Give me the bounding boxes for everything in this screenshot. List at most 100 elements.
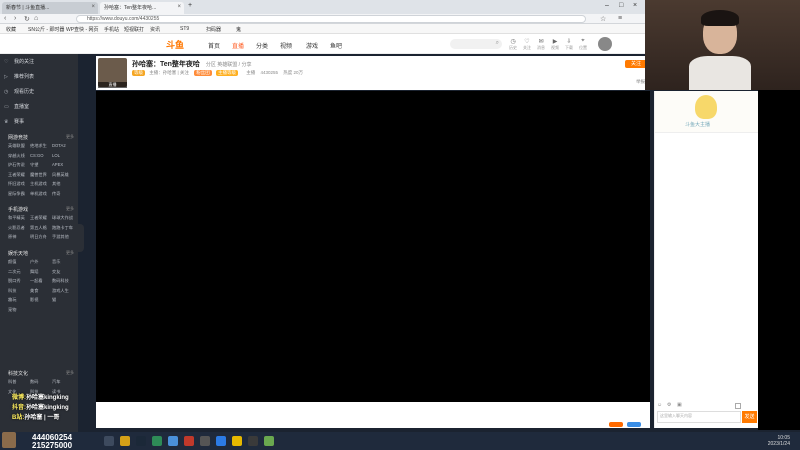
category-link[interactable]: 户外 <box>30 258 52 267</box>
room-subtitle[interactable]: 分区 英雄联盟 / 分享 <box>206 62 252 68</box>
category-link[interactable]: 脱口秀 <box>8 277 30 286</box>
address-input[interactable]: https://www.douyu.com/4430255 <box>76 15 586 23</box>
sidebar-item-tv[interactable]: ▭ 直播室 <box>4 103 29 110</box>
taskbar-app-icon[interactable] <box>200 436 210 446</box>
taskbar-app-icon[interactable] <box>264 436 274 446</box>
minimize-icon[interactable]: – <box>605 2 609 9</box>
menu-icon[interactable]: ≡ <box>618 15 622 22</box>
taskbar-app-icon[interactable] <box>136 436 146 446</box>
category-title[interactable]: 科技文化 <box>8 370 28 377</box>
site-logo[interactable]: 斗鱼 <box>166 38 184 51</box>
forward-icon[interactable]: › <box>14 15 16 22</box>
category-link[interactable]: 二次元 <box>8 268 30 277</box>
category-link[interactable]: 手游其他 <box>52 233 74 242</box>
category-link[interactable]: 一起看 <box>30 277 52 286</box>
bookmark-item[interactable]: 短视联打 <box>124 26 144 33</box>
maximize-icon[interactable]: □ <box>619 2 623 9</box>
category-link[interactable]: 王者荣耀 <box>8 171 30 180</box>
message-icon[interactable]: ✉ 消息 <box>536 38 546 51</box>
sidebar-item-history[interactable]: ◷ 观看历史 <box>4 88 34 95</box>
sidebar-item-match[interactable]: ♛ 赛事 <box>4 118 24 125</box>
search-input[interactable]: ⌕ <box>450 39 502 49</box>
sidebar-item-follow[interactable]: ♡ 我的关注 <box>4 58 34 65</box>
browser-tab[interactable]: 新春节 | 斗鱼直播... × <box>2 2 98 14</box>
taskbar-app-icon[interactable] <box>216 436 226 446</box>
category-link[interactable]: 星际争霸 <box>8 190 30 199</box>
category-link[interactable]: 主机游戏 <box>30 180 52 189</box>
nav-game[interactable]: 游戏 <box>306 41 318 50</box>
category-title[interactable]: 娱乐天地 <box>8 250 28 257</box>
bookmark-item[interactable]: 收藏 <box>6 26 16 33</box>
category-title[interactable]: 手机游戏 <box>8 206 28 213</box>
nav-live[interactable]: 直播 <box>232 41 244 50</box>
category-link[interactable]: 猫 <box>52 296 74 305</box>
close-icon[interactable]: × <box>177 4 181 10</box>
category-title[interactable]: 网游竞技 <box>8 134 28 141</box>
category-link[interactable]: 颜值 <box>8 258 30 267</box>
category-link[interactable]: 宠物 <box>8 306 30 315</box>
location-icon[interactable]: ⌖ 位置 <box>578 38 588 51</box>
taskbar-app-icon[interactable] <box>152 436 162 446</box>
category-more[interactable]: 更多 <box>66 134 74 140</box>
category-link[interactable]: 球球大作战 <box>52 214 74 223</box>
category-link[interactable]: LOL <box>52 152 74 161</box>
category-link[interactable]: 守望 <box>30 161 52 170</box>
category-link[interactable]: DOTA2 <box>52 142 74 151</box>
checkbox[interactable] <box>735 403 741 409</box>
category-link[interactable]: 音乐 <box>52 258 74 267</box>
category-link[interactable]: 魔兽世界 <box>30 171 52 180</box>
bookmark-item[interactable]: ST9 <box>180 26 189 32</box>
category-more[interactable]: 更多 <box>66 250 74 256</box>
bookmark-item[interactable]: SN公斤 - 即时器 <box>28 26 64 33</box>
nav-yuba[interactable]: 鱼吧 <box>330 41 342 50</box>
recharge-button[interactable] <box>627 422 641 427</box>
category-link[interactable]: 和平精英 <box>8 214 30 223</box>
close-icon[interactable]: × <box>91 4 95 10</box>
sidebar-collapse-handle[interactable] <box>78 224 84 252</box>
category-link[interactable]: 科普 <box>8 378 30 387</box>
category-link[interactable]: 数码科技 <box>52 277 74 286</box>
bookmark-item[interactable]: WP查快 - 网页 <box>66 26 99 33</box>
bookmark-item[interactable]: 鬼 <box>236 26 241 33</box>
nav-home[interactable]: 首页 <box>208 41 220 50</box>
category-link[interactable]: 交友 <box>52 268 74 277</box>
category-link[interactable]: 英雄联盟 <box>8 142 30 151</box>
category-link[interactable]: 绝地求生 <box>30 142 52 151</box>
settings-icon[interactable]: ⚙ <box>667 402 671 408</box>
category-link[interactable]: 美食 <box>30 287 52 296</box>
gift-button[interactable] <box>609 422 623 427</box>
bookmark-item[interactable]: 手机站 <box>104 26 119 33</box>
emoji-icon[interactable]: ☺ <box>657 402 662 408</box>
home-icon[interactable]: ⌂ <box>34 15 38 22</box>
category-link[interactable]: 舞蹈 <box>30 268 52 277</box>
category-link[interactable]: CS:GO <box>30 152 52 161</box>
chat-ad-banner[interactable]: 斗鱼大主播 <box>655 91 759 133</box>
history-icon[interactable]: ◷ 历史 <box>508 38 518 51</box>
taskbar-app-icon[interactable] <box>168 436 178 446</box>
category-link[interactable]: APEX <box>52 161 74 170</box>
taskbar-app-icon[interactable] <box>184 436 194 446</box>
follow-button[interactable]: 关注 <box>625 60 647 68</box>
star-icon[interactable]: ☆ <box>600 15 606 23</box>
video-icon[interactable]: ▶ 视频 <box>550 38 560 51</box>
chat-input[interactable]: 这里输入聊天内容 <box>657 411 741 423</box>
follow-icon[interactable]: ♡ 关注 <box>522 38 532 51</box>
report-link[interactable]: 举报 <box>636 79 645 85</box>
user-avatar[interactable] <box>598 37 612 51</box>
search-icon[interactable]: ⌕ <box>496 40 499 47</box>
image-icon[interactable]: ▣ <box>677 402 682 408</box>
back-icon[interactable]: ‹ <box>4 15 6 22</box>
taskbar-app-icon[interactable] <box>120 436 130 446</box>
new-tab-icon[interactable]: + <box>188 2 192 9</box>
category-link[interactable]: 科技 <box>8 287 30 296</box>
category-link[interactable]: 游戏人生 <box>52 287 74 296</box>
taskbar-app-icon[interactable] <box>104 436 114 446</box>
bookmark-item[interactable]: 扫码器 <box>206 26 221 33</box>
category-link[interactable]: 影视 <box>30 296 52 305</box>
category-link[interactable]: 单机游戏 <box>30 190 52 199</box>
fan-badge[interactable]: 粉丝团 <box>194 70 212 76</box>
send-button[interactable]: 发送 <box>742 411 757 423</box>
category-link[interactable]: 趣玩 <box>8 296 30 305</box>
browser-tab-active[interactable]: 孙哈塞：Ten整年夜哈... × <box>100 2 184 14</box>
window-close-icon[interactable]: × <box>633 2 637 9</box>
